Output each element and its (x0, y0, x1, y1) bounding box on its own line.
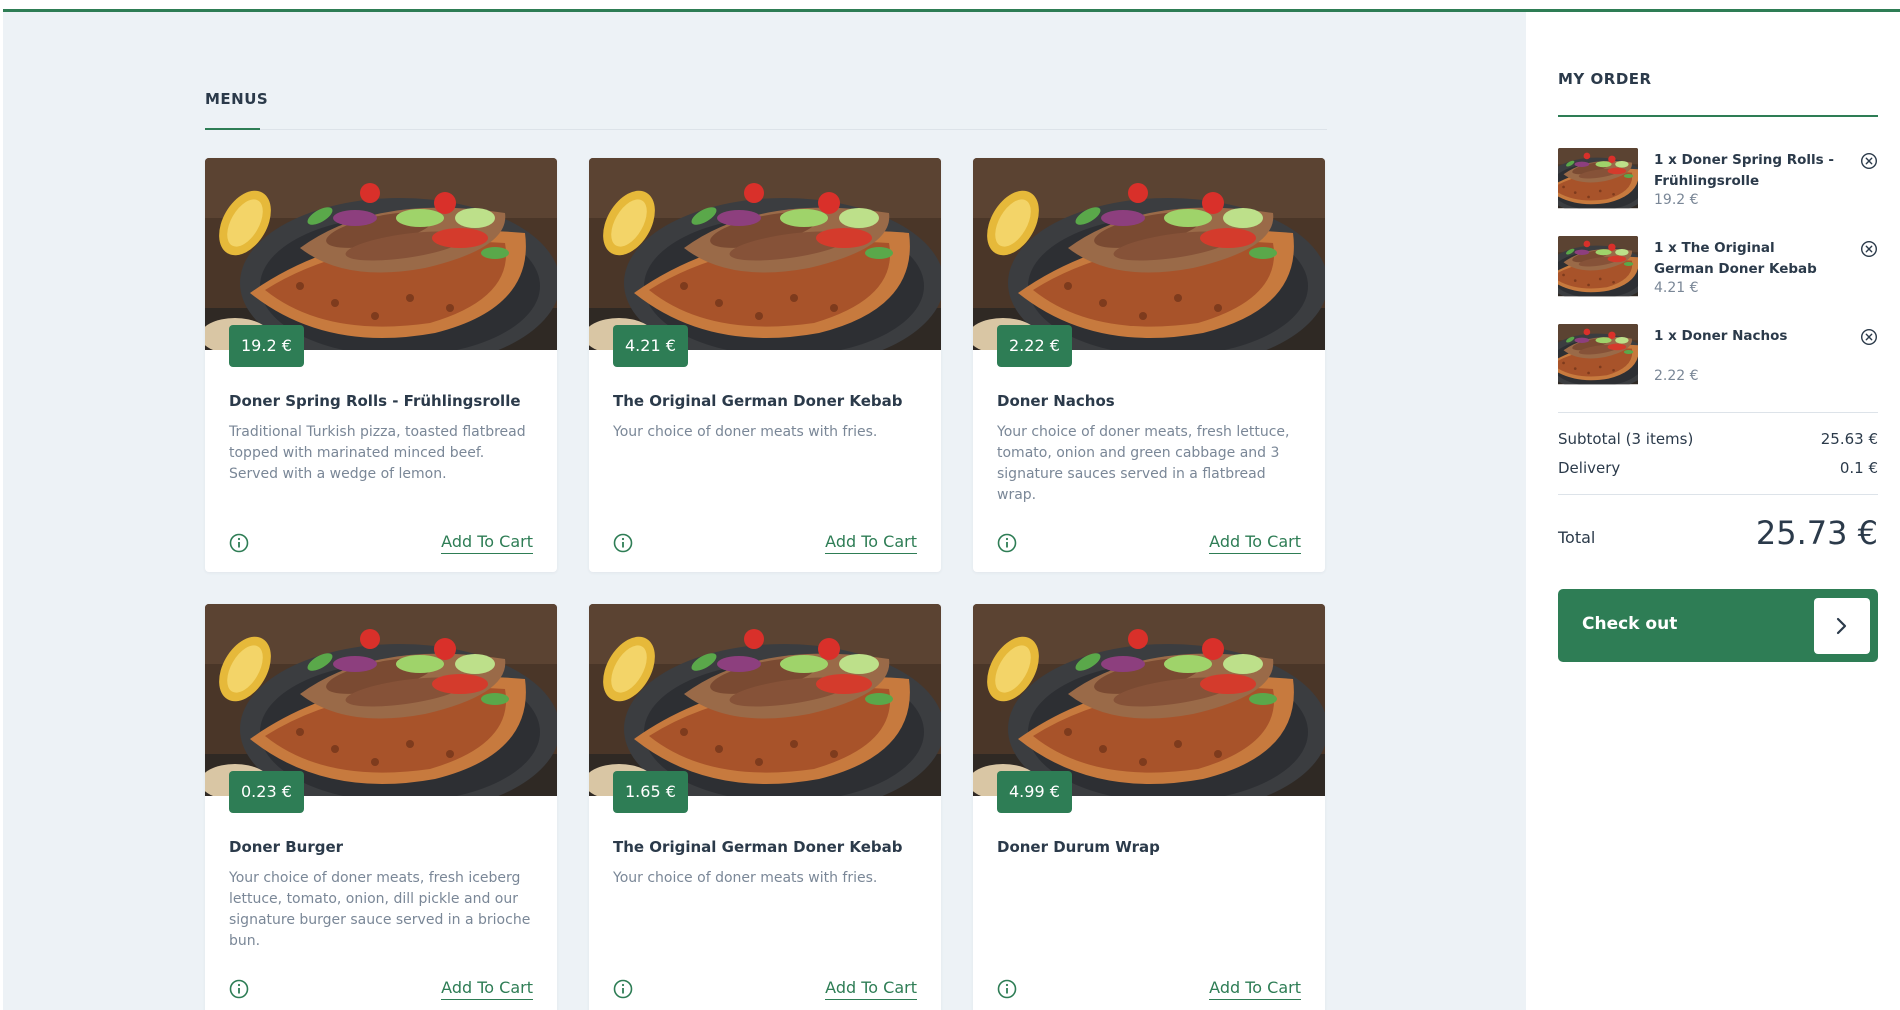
menu-item-title: Doner Spring Rolls - Frühlingsrolle (229, 392, 521, 410)
delivery-value: 0.1 € (1839, 459, 1878, 477)
order-item: 1 x Doner Nachos 2.22 € (1558, 324, 1878, 394)
info-circle-icon[interactable] (997, 979, 1017, 999)
price-badge: 2.22 € (997, 325, 1072, 367)
top-accent-bar (0, 0, 1900, 12)
menu-item-image (589, 604, 941, 796)
menu-item-image (205, 158, 557, 350)
order-item-name: 1 x Doner Nachos (1654, 328, 1788, 344)
menus-section: MENUS 19.2 € Doner Spring Rolls - Frühli… (3, 12, 1526, 1010)
info-circle-icon[interactable] (997, 533, 1017, 553)
order-item-price: 2.22 € (1654, 368, 1699, 384)
menu-item-image (973, 604, 1325, 796)
menu-item-description: Your choice of doner meats with fries. (613, 870, 878, 886)
menus-title: MENUS (205, 90, 269, 108)
delivery-row: Delivery 0.1 € (1558, 459, 1878, 477)
order-item-price: 4.21 € (1654, 280, 1699, 296)
menu-card: 2.22 € Doner Nachos Your choice of doner… (973, 158, 1325, 572)
menu-item-description: Your choice of doner meats, fresh iceber… (229, 870, 531, 949)
divider (1558, 494, 1878, 495)
order-item-image (1558, 236, 1638, 300)
price-badge: 0.23 € (229, 771, 304, 813)
menu-item-title: The Original German Doner Kebab (613, 838, 903, 856)
delivery-label: Delivery (1558, 459, 1621, 477)
close-circle-icon[interactable] (1860, 240, 1878, 258)
add-to-cart-button[interactable]: Add To Cart (1209, 532, 1301, 554)
subtotal-row: Subtotal (3 items) 25.63 € (1558, 430, 1878, 448)
my-order-panel: MY ORDER 1 x Doner Spring Rolls - Frühli… (1526, 12, 1900, 1010)
order-item: 1 x Doner Spring Rolls - Frühlingsrolle … (1558, 148, 1878, 218)
add-to-cart-button[interactable]: Add To Cart (825, 978, 917, 1000)
info-circle-icon[interactable] (229, 533, 249, 553)
menu-item-title: Doner Nachos (997, 392, 1115, 410)
add-to-cart-button[interactable]: Add To Cart (825, 532, 917, 554)
menu-card: 4.21 € The Original German Doner Kebab Y… (589, 158, 941, 572)
menu-item-title: Doner Burger (229, 838, 344, 856)
menu-card: 19.2 € Doner Spring Rolls - Frühlingsrol… (205, 158, 557, 572)
order-item: 1 x The Original German Doner Kebab 4.21… (1558, 236, 1878, 306)
menu-item-image (205, 604, 557, 796)
info-circle-icon[interactable] (613, 979, 633, 999)
close-circle-icon[interactable] (1860, 152, 1878, 170)
menu-item-image (589, 158, 941, 350)
close-circle-icon[interactable] (1860, 328, 1878, 346)
menus-title-underline (205, 128, 260, 130)
order-item-image (1558, 148, 1638, 212)
menu-item-description: Your choice of doner meats, fresh lettuc… (997, 424, 1290, 503)
price-badge: 19.2 € (229, 325, 304, 367)
add-to-cart-button[interactable]: Add To Cart (441, 532, 533, 554)
menu-item-image (973, 158, 1325, 350)
menu-item-title: The Original German Doner Kebab (613, 392, 903, 410)
add-to-cart-button[interactable]: Add To Cart (1209, 978, 1301, 1000)
checkout-label: Check out (1582, 614, 1678, 634)
menu-card: 4.99 € Doner Durum Wrap Add To Cart (973, 604, 1325, 1010)
order-item-price: 19.2 € (1654, 192, 1699, 208)
price-badge: 4.99 € (997, 771, 1072, 813)
order-item-name: 1 x Doner Spring Rolls - Frühlingsrolle (1654, 152, 1835, 189)
price-badge: 1.65 € (613, 771, 688, 813)
menu-card: 0.23 € Doner Burger Your choice of doner… (205, 604, 557, 1010)
subtotal-value: 25.63 € (1820, 430, 1878, 448)
checkout-button[interactable]: Check out (1558, 589, 1878, 662)
divider (1558, 412, 1878, 413)
chevron-right-icon (1814, 598, 1870, 654)
info-circle-icon[interactable] (229, 979, 249, 999)
order-title-underline (1558, 115, 1878, 117)
menu-item-title: Doner Durum Wrap (997, 838, 1160, 856)
menu-item-description: Traditional Turkish pizza, toasted flatb… (229, 424, 526, 482)
menu-item-description: Your choice of doner meats with fries. (613, 424, 878, 440)
add-to-cart-button[interactable]: Add To Cart (441, 978, 533, 1000)
order-item-name: 1 x The Original German Doner Kebab (1654, 240, 1817, 277)
order-title: MY ORDER (1558, 70, 1652, 88)
info-circle-icon[interactable] (613, 533, 633, 553)
subtotal-label: Subtotal (3 items) (1558, 430, 1694, 448)
menu-card: 1.65 € The Original German Doner Kebab Y… (589, 604, 941, 1010)
price-badge: 4.21 € (613, 325, 688, 367)
total-label: Total (1558, 528, 1596, 547)
total-value: 25.73 € (1755, 514, 1878, 552)
order-item-image (1558, 324, 1638, 388)
menus-header: MENUS (205, 78, 1327, 130)
